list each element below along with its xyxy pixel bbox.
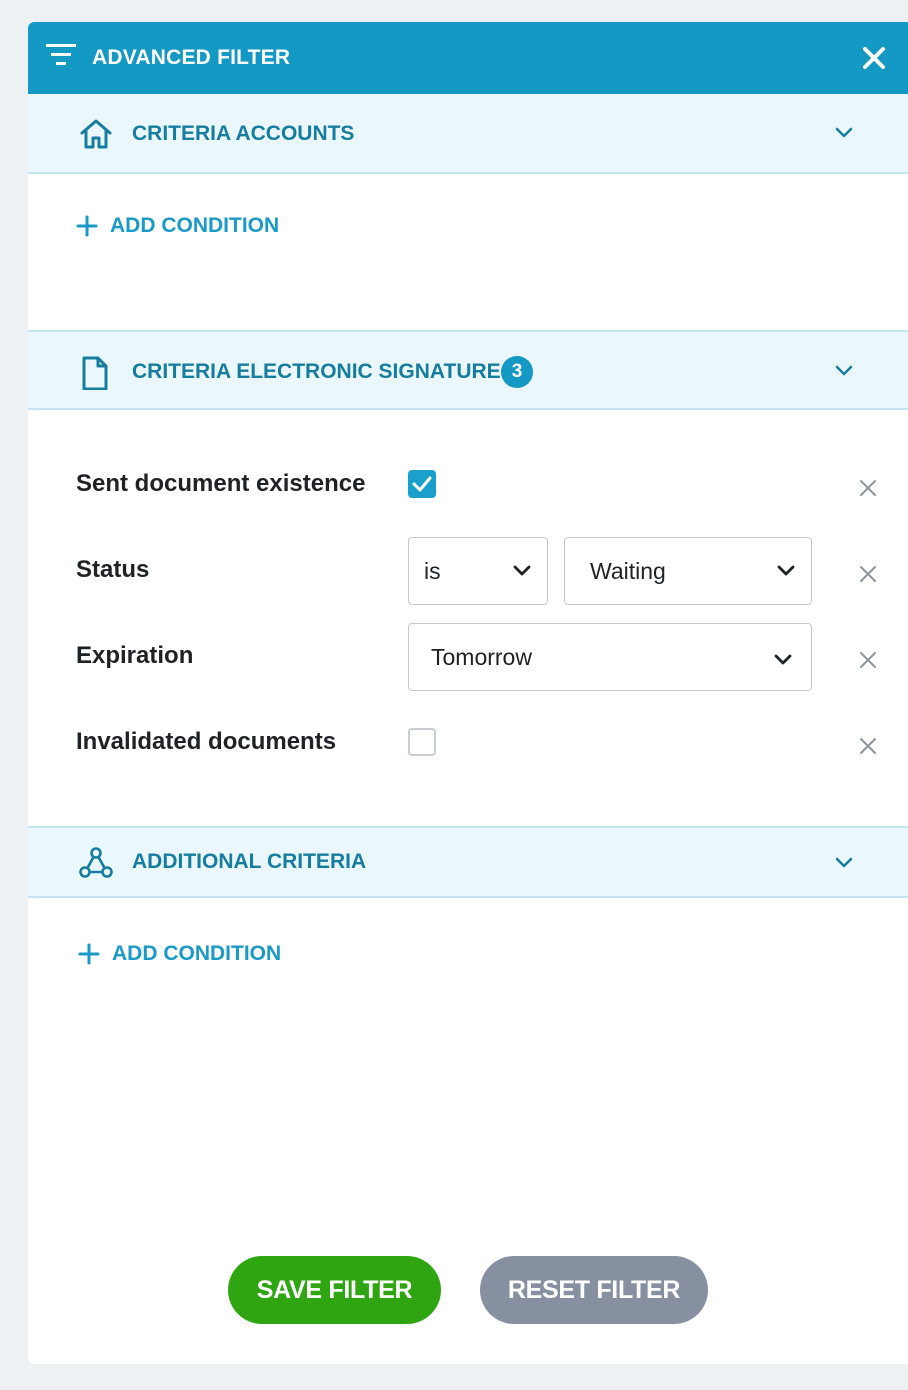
network-nodes-icon (79, 847, 113, 878)
plus-icon (78, 943, 100, 965)
panel-header: ADVANCED FILTER (28, 22, 908, 94)
add-condition-label: ADD CONDITION (110, 214, 280, 237)
filter-lines-icon (46, 44, 76, 65)
remove-condition-icon[interactable] (859, 651, 877, 669)
select-value: is (424, 558, 441, 584)
expiration-label: Expiration (76, 642, 194, 669)
chevron-down-icon (513, 565, 531, 576)
condition-count-badge: 3 (501, 356, 533, 388)
status-label: Status (76, 556, 150, 583)
expiration-select[interactable]: Tomorrow (408, 623, 812, 691)
add-condition-button[interactable]: ADD CONDITION (78, 942, 281, 966)
document-icon (82, 356, 108, 390)
chevron-down-icon (777, 565, 795, 576)
invalidated-documents-checkbox[interactable] (408, 728, 436, 756)
add-condition-label: ADD CONDITION (112, 942, 282, 965)
section-criteria-electronic-signature[interactable]: CRITERIA ELECTRONIC SIGNATURE 3 (28, 330, 908, 410)
section-criteria-accounts[interactable]: CRITERIA ACCOUNTS (28, 94, 908, 174)
status-value-select[interactable]: Waiting (564, 537, 812, 605)
chevron-down-icon[interactable] (834, 856, 854, 870)
save-filter-button[interactable]: SAVE FILTER (228, 1256, 441, 1324)
panel-title: ADVANCED FILTER (92, 46, 291, 69)
select-value: Waiting (590, 558, 666, 584)
checkmark-icon (412, 476, 432, 492)
advanced-filter-panel: ADVANCED FILTER CRITERIA ACCOUNTS ADD CO… (28, 22, 908, 1364)
section-title: ADDITIONAL CRITERIA (132, 850, 367, 873)
remove-condition-icon[interactable] (859, 479, 877, 497)
section-title: CRITERIA ELECTRONIC SIGNATURE (132, 360, 501, 383)
select-value: Tomorrow (431, 644, 532, 670)
status-operator-select[interactable]: is (408, 537, 548, 605)
home-icon (80, 119, 112, 149)
section-title: CRITERIA ACCOUNTS (132, 122, 355, 145)
close-icon[interactable] (862, 46, 886, 70)
chevron-down-icon (774, 654, 792, 665)
sent-document-existence-label: Sent document existence (76, 470, 366, 497)
section-additional-criteria[interactable]: ADDITIONAL CRITERIA (28, 826, 908, 898)
sent-document-existence-checkbox[interactable] (408, 470, 436, 498)
reset-filter-button[interactable]: RESET FILTER (480, 1256, 708, 1324)
remove-condition-icon[interactable] (859, 565, 877, 583)
chevron-down-icon[interactable] (834, 126, 854, 140)
invalidated-documents-label: Invalidated documents (76, 728, 337, 755)
chevron-down-icon[interactable] (834, 364, 854, 378)
plus-icon (76, 215, 98, 237)
remove-condition-icon[interactable] (859, 737, 877, 755)
add-condition-button[interactable]: ADD CONDITION (76, 214, 279, 238)
